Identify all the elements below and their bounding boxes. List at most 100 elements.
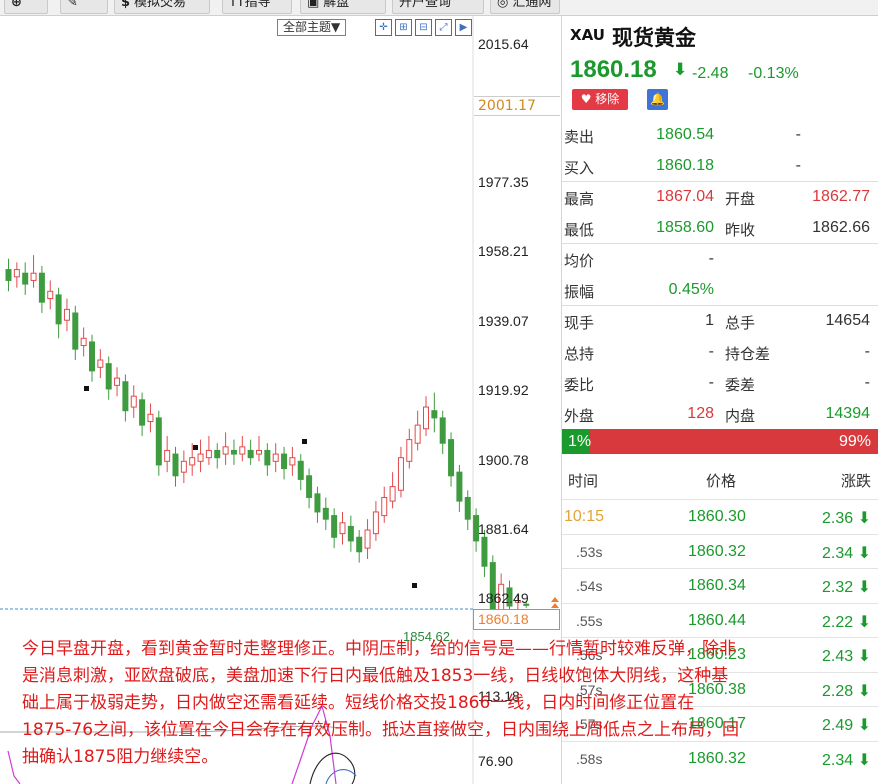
account-query-button[interactable]: 开户查询 xyxy=(392,0,484,14)
pen-icon: ✎ xyxy=(67,0,78,10)
quote-row: 最低 1858.60 昨收 1862.66 xyxy=(562,213,878,244)
quote-value: - xyxy=(864,343,870,360)
candle-body xyxy=(389,486,396,502)
quote-label: 外盘 xyxy=(564,407,595,425)
candle-body xyxy=(356,536,363,553)
quote-row: 买入 1860.18 - xyxy=(562,151,878,182)
candle-body xyxy=(97,359,104,368)
candle-body xyxy=(63,308,70,321)
signal-marker xyxy=(84,386,89,391)
candle-body xyxy=(72,312,79,350)
candle-body xyxy=(172,453,179,477)
candle-body xyxy=(189,457,196,466)
next-icon[interactable]: ▶ xyxy=(455,19,472,36)
candle-body xyxy=(264,449,271,466)
y-axis-label: 1977.35 xyxy=(478,174,529,190)
tick-row: .54s 1860.34 2.32 ⬇ xyxy=(562,568,878,603)
candle-body xyxy=(339,522,346,535)
remove-watchlist-button[interactable]: ♥ 移除 xyxy=(572,89,628,110)
commentary-line: 今日早盘开盘，看到黄金暂时走整理修正。中阴压制，给的信号是——行情暂时较难反弹，… xyxy=(22,639,736,659)
candle-body xyxy=(180,460,187,473)
candle-body xyxy=(114,377,121,386)
candle-body xyxy=(281,453,288,470)
sell-ratio: 99% xyxy=(838,433,871,450)
tick-price: 1860.44 xyxy=(688,611,746,629)
remove-label: 移除 xyxy=(595,92,620,106)
tick-change-value: 2.34 xyxy=(822,544,854,562)
arrow-down-icon: ⬇ xyxy=(853,544,871,562)
candle-body xyxy=(147,413,154,423)
price-header: 价格 xyxy=(706,472,737,490)
candle-body xyxy=(322,507,329,520)
quote-value: - xyxy=(864,374,870,391)
y-axis-label: 1919.92 xyxy=(478,382,529,398)
candle-body xyxy=(406,439,413,462)
price-change-percent: -0.13% xyxy=(748,65,799,82)
candle-body xyxy=(414,424,421,444)
top-toolbar: ⊕ ✎ $ 模拟交易 TT指导 ▣ 解盘 开户查询 ◎ 汇通网 xyxy=(0,0,878,16)
y-axis-label: 1958.21 xyxy=(478,243,529,259)
layout-1-icon[interactable]: ⊞ xyxy=(395,19,412,36)
layout-2-icon[interactable]: ⊟ xyxy=(415,19,432,36)
tt-guide-button[interactable]: TT指导 xyxy=(222,0,292,14)
quote-label: 现手 xyxy=(564,314,595,332)
tick-change: 2.34 ⬇ xyxy=(822,543,871,563)
theme-select[interactable]: 全部主题▼ xyxy=(277,19,347,36)
candle-body xyxy=(289,457,296,466)
candle-body xyxy=(481,536,488,567)
chat-icon: ▣ xyxy=(307,0,320,10)
analysis-button[interactable]: ▣ 解盘 xyxy=(300,0,386,14)
tick-price: 1860.30 xyxy=(688,508,746,525)
change-header: 涨跌 xyxy=(840,472,871,490)
tick-row: .53s 1860.32 2.34 ⬇ xyxy=(562,533,878,569)
current-price-marker: 1860.18 xyxy=(473,609,560,630)
signal-marker xyxy=(412,583,417,588)
simulated-trading-button[interactable]: $ 模拟交易 xyxy=(114,0,210,14)
simulated-trading-label: 模拟交易 xyxy=(134,0,187,10)
zoom-button[interactable]: ⊕ xyxy=(4,0,48,14)
fx678-button[interactable]: ◎ 汇通网 xyxy=(490,0,560,14)
candle-body xyxy=(139,399,146,426)
tick-price: 1860.32 xyxy=(688,542,746,560)
candle-body xyxy=(80,337,87,347)
candle-body xyxy=(55,294,62,325)
quote-value: - xyxy=(708,343,714,360)
crosshair-icon[interactable]: ✛ xyxy=(375,19,392,36)
quote-row: 总持 - 持仓差 - xyxy=(562,337,878,368)
candle-body xyxy=(197,453,204,462)
commentary-text: 今日早盘开盘，看到黄金暂时走整理修正。中阴压制，给的信号是——行情暂时较难反弹，… xyxy=(22,636,872,771)
draw-button[interactable]: ✎ xyxy=(60,0,108,14)
tick-change: 2.32 ⬇ xyxy=(822,577,871,597)
commentary-line: 抽确认1875阻力继续空。 xyxy=(22,747,219,767)
quote-row: 外盘 128 内盘 14394 xyxy=(562,399,878,430)
candle-body xyxy=(30,272,37,281)
candle-body xyxy=(130,395,137,408)
commentary-line: 是消息刺激，亚欧盘破底，美盘加速下行日内最低触及1853一线，日线收饱体大阴线，… xyxy=(22,666,729,686)
buy-sell-ratio-bar: 1% 99% xyxy=(562,429,878,454)
tick-change-value: 2.32 xyxy=(822,579,854,596)
quote-label: 委差 xyxy=(725,376,756,394)
quote-label: 总持 xyxy=(564,345,595,363)
quote-value: 1860.18 xyxy=(656,157,714,174)
candle-body xyxy=(5,269,12,281)
alert-button[interactable]: 🔔 xyxy=(647,89,668,110)
tick-row: 10:15 1860.30 2.36 ⬇ xyxy=(562,499,878,534)
fullscreen-icon[interactable]: ⤢ xyxy=(435,19,452,36)
candle-body xyxy=(230,449,237,455)
quote-label: 持仓差 xyxy=(725,345,771,363)
quote-label: 内盘 xyxy=(725,407,756,425)
quote-row: 委比 - 委差 - xyxy=(562,368,878,399)
tick-row: .55s 1860.44 2.22 ⬇ xyxy=(562,602,878,638)
quote-row: 最高 1867.04 开盘 1862.77 xyxy=(562,182,878,213)
commentary-line: 础上属于极弱走势，日内做空还需看延续。短线价格交投1866一线，日内时间修正位置… xyxy=(22,693,695,713)
zoom-icon: ⊕ xyxy=(11,0,22,10)
y-axis-highlight-label: 2001.17 xyxy=(474,96,560,116)
candle-body xyxy=(89,341,95,372)
candle-body xyxy=(456,471,463,502)
quote-value: 1 xyxy=(705,312,714,329)
quote-row: 均价 - xyxy=(562,244,878,275)
candle-body xyxy=(105,363,112,390)
candle-body xyxy=(347,525,354,542)
indicator-line xyxy=(325,769,357,784)
quote-value: 1862.77 xyxy=(812,188,870,205)
